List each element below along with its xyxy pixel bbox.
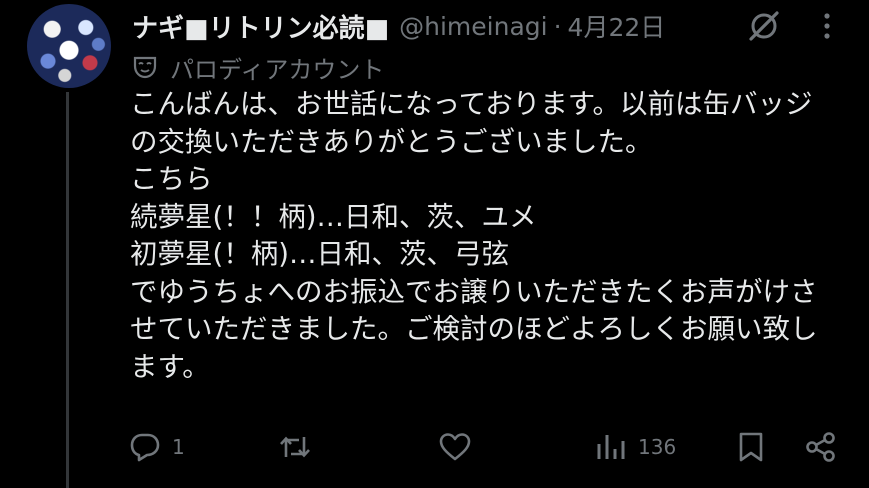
retweet-icon: [280, 436, 310, 458]
tweet-date[interactable]: 4月22日: [568, 8, 666, 44]
tweet-body-line: こちら: [130, 163, 213, 195]
tweet-header: ナギ■リトリン必読■ @himeinagi · 4月22日: [132, 6, 665, 46]
tweet-body: こんばんは、お世話になっております。以前は缶バッジ の交換いただきありがとうござ…: [130, 86, 842, 386]
parody-label-text: パロディアカウント: [170, 55, 385, 84]
bookmark-button[interactable]: [734, 425, 768, 469]
grok-icon[interactable]: [744, 6, 784, 46]
reply-count: 1: [172, 435, 185, 459]
tweet-action-bar: 1 136: [0, 425, 869, 469]
heart-icon: [439, 433, 471, 461]
tweet-body-line: こんばんは、お世話になっております。以前は缶バッジ: [130, 88, 813, 120]
tweet-body-line: の交換いただきありがとうございました。: [130, 125, 653, 158]
avatar[interactable]: [27, 4, 111, 88]
reply-button[interactable]: 1: [128, 425, 185, 469]
reply-icon: [130, 433, 160, 462]
share-icon: [806, 432, 835, 462]
user-handle[interactable]: @himeinagi: [399, 12, 547, 41]
view-count: 136: [638, 435, 677, 459]
parody-account-label: パロディアカウント: [132, 50, 384, 84]
retweet-button[interactable]: [278, 425, 322, 469]
display-name[interactable]: ナギ■リトリン必読■: [132, 8, 389, 45]
views-icon: [597, 435, 625, 459]
like-button[interactable]: [438, 425, 482, 469]
tweet-body-line: 初夢星(！柄)…日和、茨、弓弦: [130, 238, 509, 270]
separator-dot: ·: [553, 11, 562, 41]
views-button[interactable]: 136: [594, 425, 676, 469]
tweet-body-line: せていただきました。ご検討のほどよろしくお願い致し: [130, 313, 818, 345]
tweet-body-line: でゆうちょへのお振込でお譲りいただきたくお声がけさ: [130, 275, 818, 308]
more-icon[interactable]: [809, 8, 845, 44]
tweet-body-line: ます。: [130, 350, 210, 383]
share-button[interactable]: [804, 425, 838, 469]
mask-icon: [133, 56, 157, 79]
bookmark-icon: [739, 432, 763, 462]
tweet-body-line: 続夢星(！！柄)…日和、茨、ユメ: [130, 200, 537, 233]
